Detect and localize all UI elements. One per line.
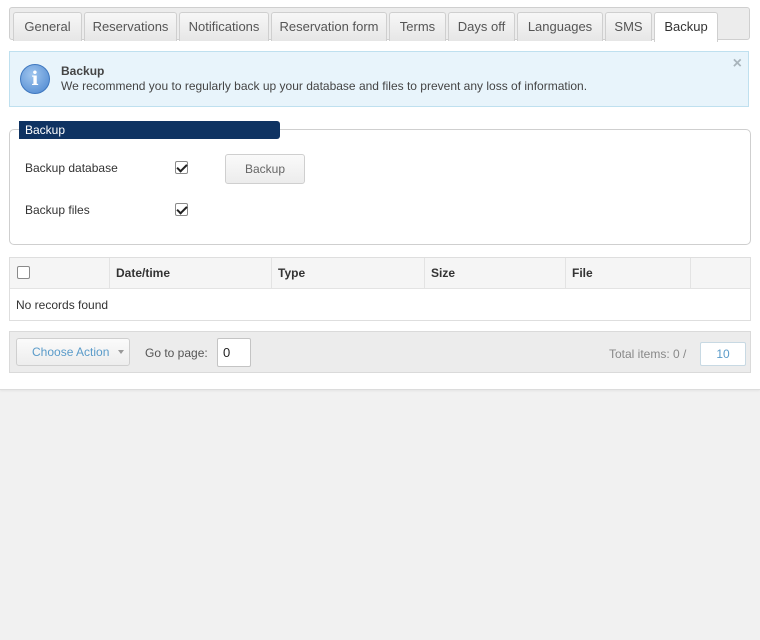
notice-text: We recommend you to regularly back up yo… [61, 79, 588, 93]
backup-database-checkbox[interactable] [175, 161, 188, 174]
backup-files-label: Backup files [25, 203, 90, 217]
empty-message: No records found [16, 298, 109, 312]
column-header-type[interactable]: Type [272, 258, 425, 288]
goto-page-input[interactable] [217, 338, 251, 367]
backup-button[interactable]: Backup [225, 154, 305, 184]
column-header-file[interactable]: File [566, 258, 691, 288]
info-notice: i Backup We recommend you to regularly b… [9, 51, 749, 107]
tab-backup[interactable]: Backup [654, 12, 718, 42]
column-header-datetime[interactable]: Date/time [110, 258, 272, 288]
chevron-down-icon [118, 350, 124, 354]
column-header-actions [691, 258, 750, 288]
tab-bar: General Reservations Notifications Reser… [9, 7, 750, 42]
close-icon[interactable]: × [733, 55, 742, 73]
tab-sms[interactable]: SMS [605, 12, 652, 41]
backup-files-checkbox[interactable] [175, 203, 188, 216]
backup-database-label: Backup database [25, 161, 118, 175]
content-panel: General Reservations Notifications Reser… [0, 0, 760, 390]
choose-action-dropdown[interactable]: Choose Action [16, 338, 130, 366]
tab-languages[interactable]: Languages [517, 12, 603, 41]
backup-legend: Backup [19, 121, 280, 139]
table-header: Date/time Type Size File [10, 258, 750, 289]
tab-reservation-form[interactable]: Reservation form [271, 12, 387, 41]
backup-fieldset [9, 129, 751, 245]
backups-table: Date/time Type Size File No records foun… [9, 257, 751, 321]
total-items-label: Total items: 0 / [609, 347, 687, 361]
tab-notifications[interactable]: Notifications [179, 12, 269, 41]
goto-page-label: Go to page: [145, 346, 208, 360]
tab-terms[interactable]: Terms [389, 12, 446, 41]
tab-general[interactable]: General [13, 12, 82, 41]
notice-title: Backup [61, 64, 105, 78]
per-page-select[interactable]: 10 [700, 342, 746, 366]
select-all-cell [10, 258, 110, 288]
table-footer: Choose Action Go to page: Total items: 0… [9, 331, 751, 373]
tab-days-off[interactable]: Days off [448, 12, 515, 41]
select-all-checkbox[interactable] [17, 266, 30, 279]
choose-action-label: Choose Action [32, 345, 110, 359]
tab-reservations[interactable]: Reservations [84, 12, 177, 41]
info-icon: i [20, 64, 50, 94]
column-header-size[interactable]: Size [425, 258, 566, 288]
